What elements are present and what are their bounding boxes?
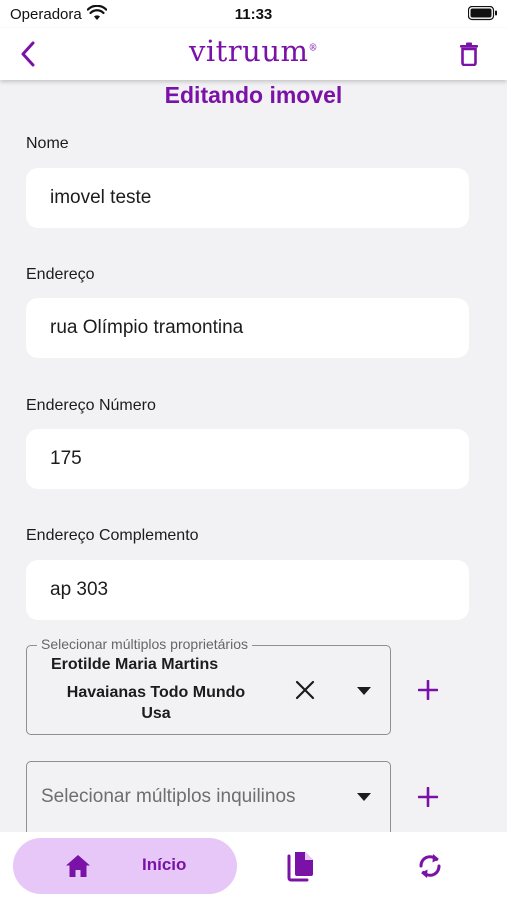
app-bar: vitruum® — [0, 28, 507, 80]
endereco-label: Endereço — [26, 266, 95, 283]
logo-text: vitruum — [188, 34, 309, 68]
nome-label: Nome — [26, 135, 69, 152]
proprietarios-select[interactable]: Selecionar múltiplos proprietários Eroti… — [26, 636, 391, 735]
page-title: Editando imovel — [164, 82, 343, 108]
delete-button[interactable] — [454, 38, 484, 70]
documents-icon[interactable] — [286, 850, 316, 882]
endereco-field[interactable]: rua Olímpio tramontina — [26, 298, 469, 358]
status-bar: Operadora 11:33 — [0, 0, 507, 28]
dropdown-arrow-icon[interactable] — [357, 687, 371, 695]
nome-value: imovel teste — [50, 187, 152, 208]
plus-icon — [418, 680, 438, 700]
endereco-numero-field[interactable]: 175 — [26, 429, 469, 489]
endereco-numero-label: Endereço Número — [26, 397, 156, 414]
bottom-navigation: Início — [0, 832, 507, 900]
nav-home-tab[interactable]: Início — [13, 838, 237, 894]
nome-field[interactable]: imovel teste — [26, 168, 469, 228]
dropdown-arrow-icon[interactable] — [357, 793, 371, 801]
endereco-complemento-label: Endereço Complemento — [26, 527, 199, 544]
selected-proprietario: Havaianas Todo Mundo — [66, 684, 246, 701]
add-proprietario-button[interactable] — [415, 677, 441, 703]
app-logo: vitruum® — [0, 34, 507, 68]
inquilinos-placeholder: Selecionar múltiplos inquilinos — [41, 786, 296, 807]
selected-proprietario: Usa — [141, 705, 171, 722]
trash-icon — [460, 42, 478, 66]
selected-proprietario: Erotilde Maria Martins — [51, 656, 219, 673]
battery-icon — [468, 6, 497, 21]
clear-icon[interactable] — [294, 679, 316, 701]
proprietarios-label: Selecionar múltiplos proprietários — [37, 636, 252, 652]
endereco-complemento-field[interactable]: ap 303 — [26, 560, 469, 620]
home-icon — [66, 855, 90, 877]
clock: 11:33 — [234, 6, 273, 23]
plus-icon — [418, 787, 438, 807]
endereco-complemento-value: ap 303 — [50, 579, 109, 600]
endereco-numero-value: 175 — [50, 448, 82, 469]
inquilinos-select[interactable]: Selecionar múltiplos inquilinos — [26, 761, 391, 841]
endereco-value: rua Olímpio tramontina — [50, 317, 244, 338]
add-inquilino-button[interactable] — [415, 784, 441, 810]
logo-mark: ® — [308, 43, 319, 54]
sync-icon[interactable] — [416, 851, 444, 881]
nav-home-label: Início — [142, 855, 187, 874]
